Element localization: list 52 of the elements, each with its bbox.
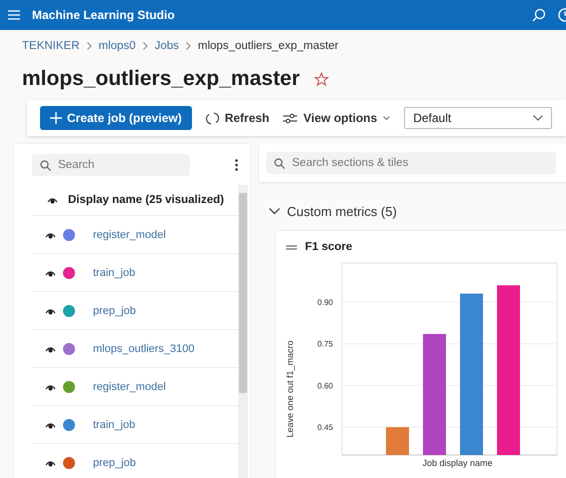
section-toggle[interactable]: Custom metrics (5): [269, 204, 397, 219]
chevron-icon: [86, 42, 92, 50]
column-header: Display name (25 visualized): [68, 194, 224, 206]
breadcrumb-link[interactable]: Jobs: [154, 40, 179, 52]
refresh-button[interactable]: Refresh: [206, 111, 270, 125]
run-link[interactable]: register_model: [93, 380, 166, 392]
drag-handle-icon[interactable]: [286, 244, 297, 250]
run-link[interactable]: train_job: [93, 266, 136, 278]
view-select[interactable]: Default: [404, 107, 552, 129]
chart-title: F1 score: [305, 241, 352, 253]
tick-label: 0.75: [317, 340, 333, 349]
more-icon[interactable]: [235, 159, 238, 171]
chevron-icon: [142, 42, 148, 50]
y-axis-title: Leave one out f1_macro: [285, 340, 295, 438]
run-link[interactable]: prep_job: [93, 304, 136, 316]
eye-icon[interactable]: [45, 306, 56, 314]
eye-icon[interactable]: [45, 458, 56, 466]
run-link[interactable]: train_job: [93, 418, 136, 430]
app-title: Machine Learning Studio: [32, 8, 176, 22]
chevron-icon: [269, 208, 280, 215]
eye-icon[interactable]: [45, 230, 56, 238]
search-field[interactable]: Search sections & tiles: [266, 152, 556, 174]
tick-label: 0.60: [317, 381, 333, 390]
breadcrumb-link[interactable]: TEKNIKER: [22, 40, 80, 52]
chevron-icon: [186, 42, 191, 50]
eye-icon[interactable]: [45, 344, 56, 352]
refresh-icon: [206, 112, 219, 124]
create-job-button[interactable]: Create job (preview): [40, 106, 192, 130]
tick-label: 0.45: [317, 423, 333, 432]
eye-icon[interactable]: [45, 382, 56, 390]
run-link[interactable]: prep_job: [93, 456, 136, 468]
menu-icon[interactable]: [8, 10, 20, 20]
plus-icon: [50, 112, 62, 124]
eye-icon[interactable]: [45, 268, 56, 276]
caret-icon: [383, 116, 390, 120]
search-field[interactable]: Search: [32, 154, 190, 176]
x-axis-title: Job display name: [422, 458, 493, 468]
tick-label: 0.90: [317, 298, 333, 307]
eye-icon[interactable]: [47, 196, 58, 204]
eye-icon[interactable]: [45, 420, 56, 428]
star-icon[interactable]: [314, 72, 329, 86]
bar: [386, 427, 409, 455]
sliders-icon: [283, 112, 298, 124]
search-icon[interactable]: [532, 8, 546, 22]
view-options-button[interactable]: View options: [283, 111, 390, 125]
caret-icon: [533, 115, 544, 121]
page-title: mlops_outliers_exp_master: [22, 67, 300, 91]
run-link[interactable]: register_model: [93, 228, 166, 240]
scrollbar[interactable]: [238, 185, 248, 478]
breadcrumb-link[interactable]: mlops_outliers_exp_master: [198, 40, 339, 52]
breadcrumb-link[interactable]: mlops0: [98, 40, 136, 52]
run-link[interactable]: mlops_outliers_3100: [93, 342, 195, 354]
